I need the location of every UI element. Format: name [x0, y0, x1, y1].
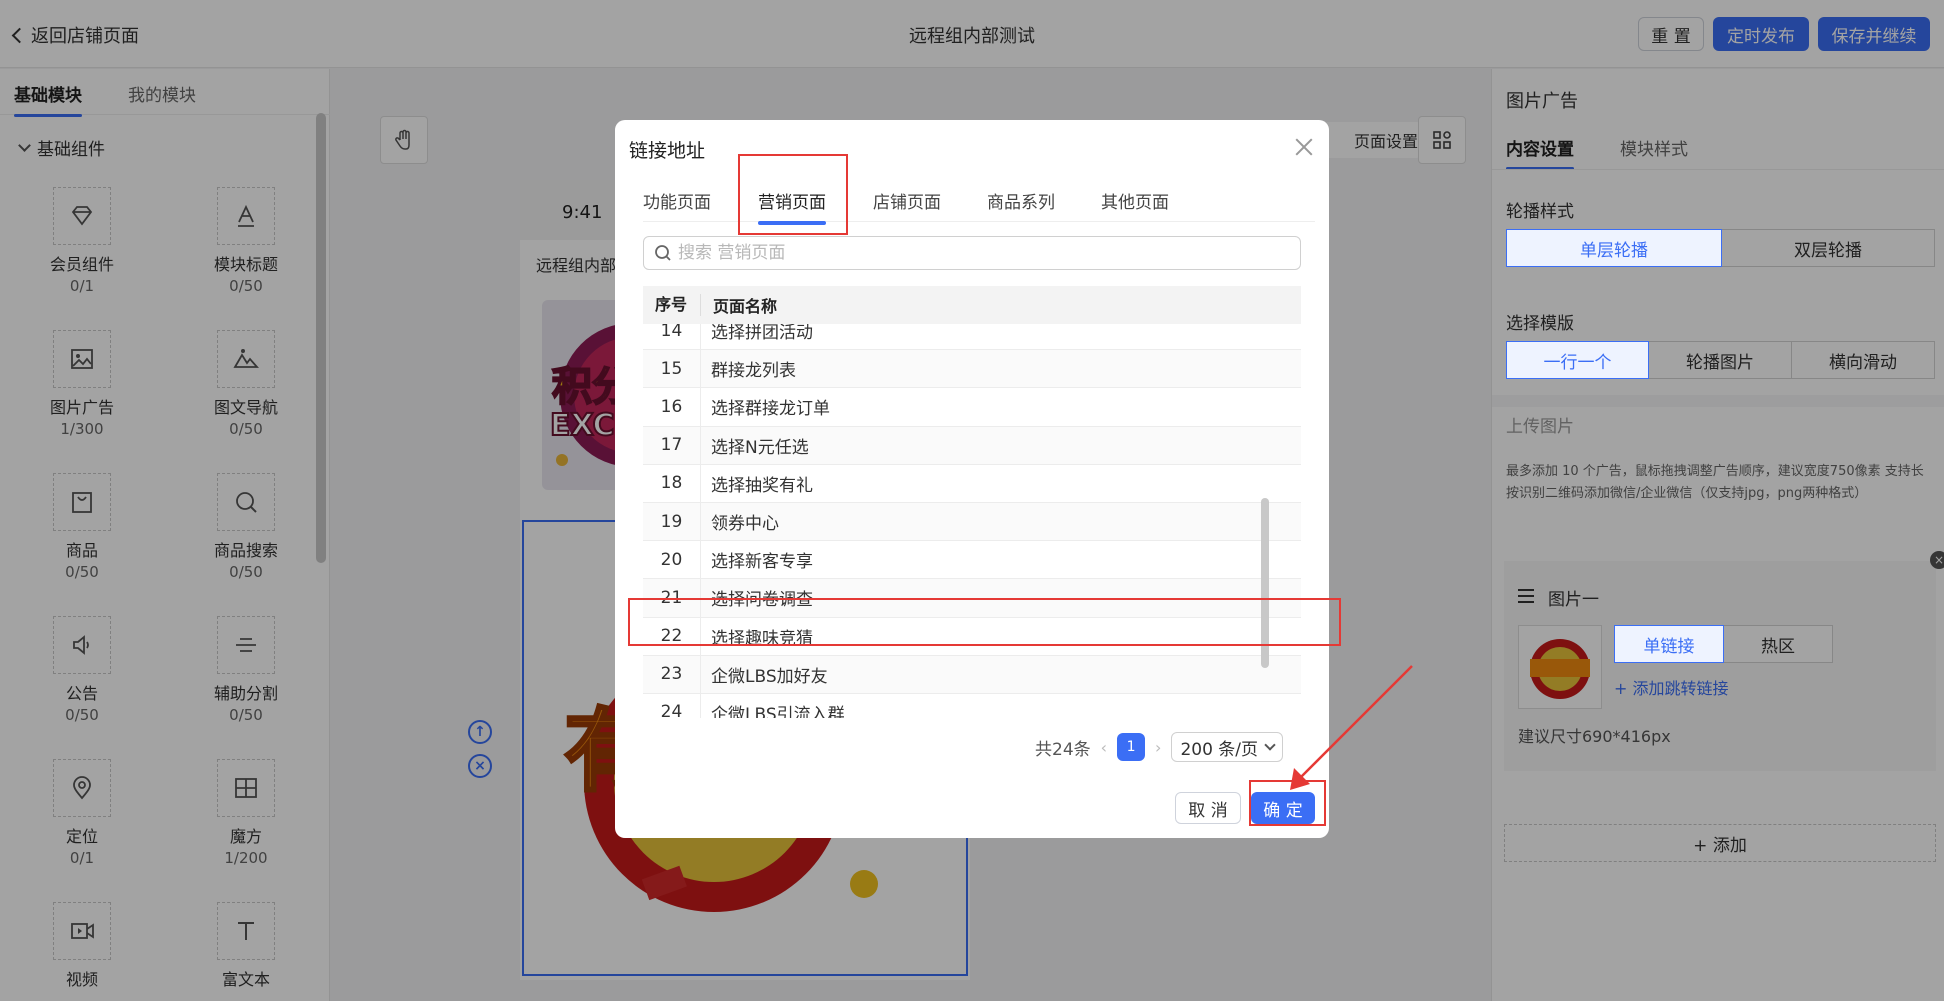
row-number: 19: [643, 502, 701, 541]
row-number: 17: [643, 426, 701, 464]
annotation-box-marketing-tab: [738, 154, 848, 235]
row-page-name: 领券中心: [711, 514, 779, 535]
row-page-name: 选择抽奖有礼: [711, 475, 813, 496]
column-header-number: 序号: [643, 294, 701, 316]
row-number: 16: [643, 388, 701, 426]
pagination: 共24条 ‹ 1 › 200 条/页: [1035, 732, 1284, 762]
row-page-name: 选择群接龙订单: [711, 399, 830, 420]
row-number: 20: [643, 541, 701, 579]
row-number: 18: [643, 464, 701, 502]
row-page-name: 选择新客专享: [711, 552, 813, 573]
table-row[interactable]: 15 群接龙列表: [643, 350, 1301, 389]
close-icon[interactable]: [1295, 138, 1313, 156]
table-row[interactable]: 20 选择新客专享: [643, 541, 1301, 580]
next-page-icon[interactable]: ›: [1155, 738, 1161, 757]
tab-shop-pages[interactable]: 店铺页面: [873, 188, 941, 213]
table-row[interactable]: 18 选择抽奖有礼: [643, 464, 1301, 503]
marketing-pages-table: 14 选择拼团活动 15 群接龙列表 16 选择群接龙订单 17 选择N元任选 18 选择…: [643, 286, 1301, 718]
total-count: 共24条: [1035, 739, 1091, 760]
table-row[interactable]: 24 企微LBS引流入群: [643, 693, 1301, 718]
option-single-link[interactable]: 单链接: [1614, 625, 1724, 663]
row-number: 15: [643, 350, 701, 388]
row-page-name: 企微LBS引流入群: [711, 704, 845, 718]
table-row[interactable]: 23 企微LBS加好友: [643, 655, 1301, 694]
link-address-dialog: 链接地址 功能页面 营销页面 店铺页面 商品系列 其他页面 14选择拼团活动 1…: [615, 120, 1329, 838]
row-page-name: 群接龙列表: [711, 361, 796, 382]
annotation-box-selected-row: [628, 598, 1341, 646]
column-header-page-name: 页面名称: [713, 297, 778, 316]
cancel-button[interactable]: 取 消: [1175, 792, 1241, 824]
tab-other-pages[interactable]: 其他页面: [1101, 188, 1169, 213]
prev-page-icon[interactable]: ‹: [1101, 738, 1107, 757]
tab-product-series[interactable]: 商品系列: [987, 188, 1055, 213]
table-body: 14 选择拼团活动 15 群接龙列表 16 选择群接龙订单 17 选择N元任选 18 选择…: [643, 312, 1301, 718]
row-number: 23: [643, 655, 701, 693]
tab-function-pages[interactable]: 功能页面: [643, 188, 711, 213]
table-row[interactable]: 19 领券中心: [643, 502, 1301, 542]
annotation-arrow-icon: [1290, 665, 1413, 790]
option-single-carousel[interactable]: 单层轮播: [1506, 229, 1722, 267]
row-page-name: 选择N元任选: [711, 437, 809, 458]
search-input[interactable]: [678, 243, 1278, 263]
row-number: 24: [643, 693, 701, 718]
table-header: 序号 页面名称: [643, 286, 1301, 324]
table-row[interactable]: 17 选择N元任选: [643, 426, 1301, 465]
search-icon: [655, 245, 671, 261]
row-page-name: 企微LBS加好友: [711, 666, 828, 687]
dialog-title: 链接地址: [629, 140, 706, 162]
page-number[interactable]: 1: [1117, 733, 1146, 761]
search-box: [643, 236, 1301, 270]
option-one-per-row[interactable]: 一行一个: [1506, 341, 1649, 379]
page-size-value: 200 条/页: [1180, 739, 1259, 760]
table-row[interactable]: 16 选择群接龙订单: [643, 388, 1301, 427]
